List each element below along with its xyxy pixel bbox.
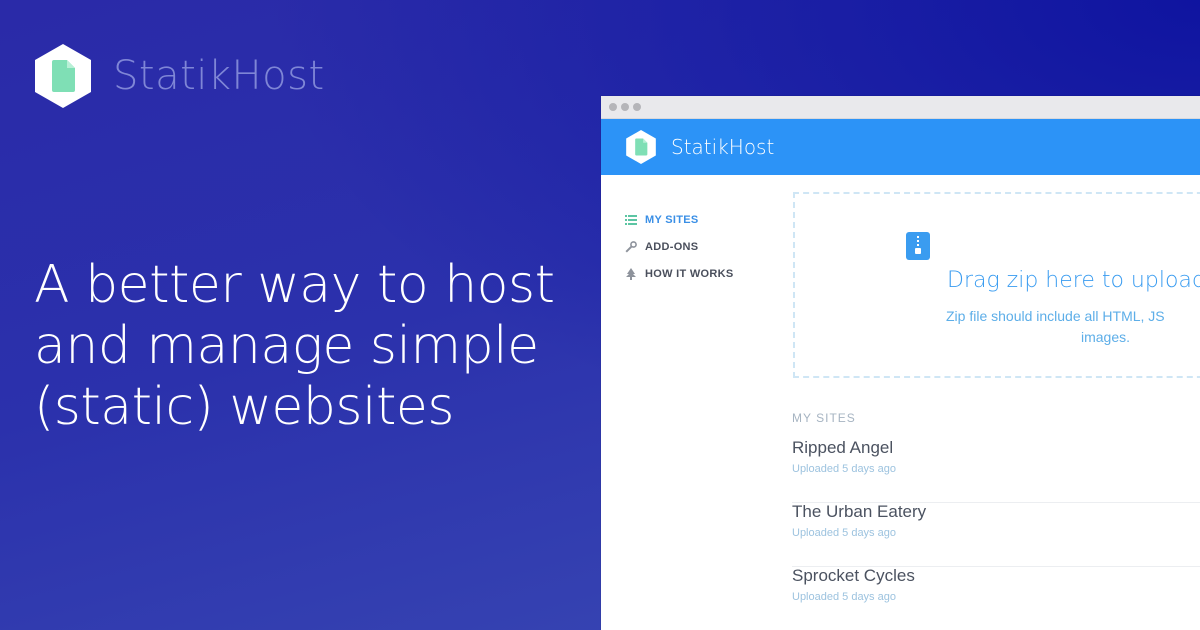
sidebar: MY SITES ADD-ONS HOW IT WORKS [625,206,734,287]
site-row-the-urban-eatery[interactable]: The Urban Eatery Uploaded 5 days ago [792,502,1200,567]
sites-section-heading: MY SITES [792,411,856,425]
sidebar-item-label: ADD-ONS [645,240,699,253]
window-close-dot[interactable] [609,103,617,111]
upload-subtitle-line-2: images. [1081,329,1131,345]
site-row-ripped-angel[interactable]: Ripped Angel Uploaded 5 days ago [792,438,1200,503]
window-maximize-dot[interactable] [633,103,641,111]
headline-line-3: (static) websites [34,377,454,437]
site-name[interactable]: The Urban Eatery [792,502,926,522]
headline-line-2: and manage simple [34,316,539,376]
site-upload-time: Uploaded 5 days ago [792,591,896,603]
site-name[interactable]: Ripped Angel [792,438,893,458]
tree-icon [625,267,637,280]
app-title: StatikHost [671,135,775,159]
sidebar-item-label: HOW IT WORKS [645,267,734,280]
list-icon [625,214,637,226]
app-logo-icon[interactable] [625,129,657,165]
browser-titlebar [601,96,1200,119]
site-upload-time: Uploaded 5 days ago [792,463,896,475]
zip-file-icon [906,232,930,260]
site-row-sprocket-cycles[interactable]: Sprocket Cycles Uploaded 5 days ago [792,566,1200,630]
sidebar-item-label: MY SITES [645,213,699,226]
window-minimize-dot[interactable] [621,103,629,111]
hexagon-logo-icon [33,42,93,110]
app-header: StatikHost [601,119,1200,175]
site-name[interactable]: Sprocket Cycles [792,566,915,586]
headline: A better way to host and manage simple (… [34,255,574,438]
headline-line-1: A better way to host [34,255,555,315]
upload-subtitle-line-1: Zip file should include all HTML, JS [946,308,1165,324]
browser-window: StatikHost MY SITES ADD-ONS HOW IT WORKS… [601,96,1200,630]
sidebar-item-add-ons[interactable]: ADD-ONS [625,233,734,260]
wrench-icon [625,240,637,253]
brand-name: StatikHost [113,53,325,99]
sidebar-item-how-it-works[interactable]: HOW IT WORKS [625,260,734,287]
upload-title: Drag zip here to upload [947,268,1200,293]
sidebar-item-my-sites[interactable]: MY SITES [625,206,734,233]
site-upload-time: Uploaded 5 days ago [792,527,896,539]
upload-subtitle: Zip file should include all HTML, JS ima… [946,306,1200,348]
brand: StatikHost [33,42,325,110]
